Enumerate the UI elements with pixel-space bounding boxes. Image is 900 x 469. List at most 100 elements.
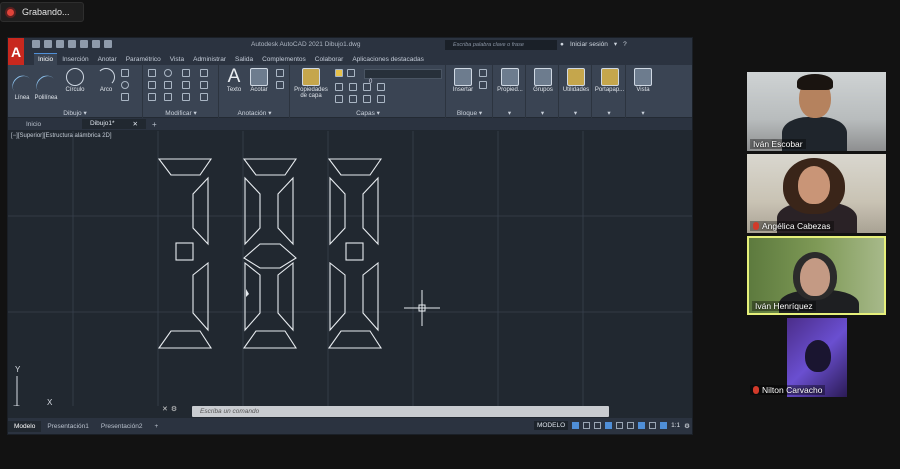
stretch-icon[interactable] (148, 93, 156, 101)
tab-aplicaciones[interactable]: Aplicaciones destacadas (348, 54, 428, 65)
layer-tool-icon[interactable] (349, 95, 357, 103)
close-icon[interactable]: ✕ (133, 120, 138, 128)
undo-icon[interactable] (92, 40, 100, 48)
add-layout-icon[interactable]: + (148, 421, 164, 432)
leader-icon[interactable] (276, 69, 284, 77)
line-tool-button[interactable]: Línea (8, 68, 36, 101)
hatch-icon[interactable] (121, 93, 129, 101)
save-as-icon[interactable] (68, 40, 76, 48)
doc-tab-dibujo1[interactable]: Dibujo1* ✕ (82, 119, 146, 129)
tab-anotar[interactable]: Anotar (94, 54, 121, 65)
isodraft-toggle-icon[interactable] (616, 422, 624, 429)
block-create-icon[interactable] (479, 69, 487, 77)
gear-icon[interactable]: ⚙ (684, 422, 690, 430)
scale-value[interactable]: 1:1 (671, 422, 680, 429)
dibujo-group-label[interactable]: Dibujo ▾ (8, 109, 142, 117)
rotate-icon[interactable] (164, 69, 172, 77)
polar-toggle-icon[interactable] (605, 422, 613, 429)
layout-tab-modelo[interactable]: Modelo (8, 420, 42, 432)
viewport-controls[interactable]: [−][Superior][Estructura alámbrica 2D] (11, 133, 112, 139)
properties-button[interactable]: Propied... (495, 68, 525, 93)
tab-salida[interactable]: Salida (231, 54, 257, 65)
cart-icon[interactable]: ▾ (614, 40, 617, 48)
table-icon[interactable] (276, 81, 284, 89)
annotation-scale-icon[interactable] (660, 422, 668, 429)
model-space-button[interactable]: MODELO (533, 421, 569, 430)
erase-icon[interactable] (200, 69, 208, 77)
bloque-group-label[interactable]: Bloque ▾ (447, 109, 492, 117)
participant-tile[interactable]: Angélica Cabezas (747, 154, 886, 233)
tab-colaborar[interactable]: Colaborar (311, 54, 348, 65)
layer-tool-icon[interactable] (335, 95, 343, 103)
autocad-logo-button[interactable]: A (8, 38, 24, 65)
offset-icon[interactable] (200, 93, 208, 101)
ellipse-icon[interactable] (121, 81, 129, 89)
doc-tab-inicio[interactable]: Inicio (18, 120, 82, 129)
utilities-button[interactable]: Utilidades (561, 68, 591, 93)
modificar-group-label[interactable]: Modificar ▾ (144, 109, 218, 117)
layer-properties-button[interactable]: Propiedades de capa (293, 68, 329, 99)
sun-icon[interactable] (347, 69, 355, 77)
plot-icon[interactable] (80, 40, 88, 48)
properties-dropdown[interactable]: ▾ (494, 109, 525, 117)
move-icon[interactable] (148, 69, 156, 77)
array-icon[interactable] (182, 93, 190, 101)
new-tab-icon[interactable]: + (146, 120, 163, 129)
tab-administrar[interactable]: Administrar (189, 54, 230, 65)
copy-icon[interactable] (148, 81, 156, 89)
groups-dropdown[interactable]: ▾ (527, 109, 558, 117)
dimension-tool-button[interactable]: Acotar (247, 68, 271, 93)
wrench-icon[interactable]: ⚙ (171, 405, 177, 413)
layer-tool-icon[interactable] (363, 95, 371, 103)
selection-cycling-icon[interactable] (638, 422, 646, 429)
participant-tile[interactable]: Nilton Carvacho (747, 318, 886, 397)
participant-tile-active-speaker[interactable]: Iván Henríquez (747, 236, 886, 315)
polyline-tool-button[interactable]: Polilínea (32, 68, 60, 101)
text-tool-button[interactable]: A Texto (223, 67, 245, 94)
layer-tool-icon[interactable] (377, 95, 385, 103)
tab-complementos[interactable]: Complementos (258, 54, 310, 65)
search-input[interactable]: Escriba palabra clave o frase (445, 40, 557, 50)
capas-group-label[interactable]: Capas ▾ (291, 109, 445, 117)
rectangle-icon[interactable] (121, 69, 129, 77)
layer-tool-icon[interactable] (335, 83, 343, 91)
ortho-toggle-icon[interactable] (594, 422, 602, 429)
layer-tool-icon[interactable] (349, 83, 357, 91)
annotation-icon[interactable] (649, 422, 657, 429)
layer-tool-icon[interactable] (363, 83, 371, 91)
layer-dropdown[interactable]: 0 (364, 69, 442, 85)
help-icon[interactable]: ? (623, 41, 627, 48)
groups-button[interactable]: Grupos (528, 68, 558, 93)
close-icon[interactable]: ✕ (162, 405, 168, 413)
bulb-icon[interactable] (335, 69, 343, 77)
layout-tab-presentacion2[interactable]: Presentación2 (95, 421, 149, 432)
save-icon[interactable] (56, 40, 64, 48)
explode-icon[interactable] (200, 81, 208, 89)
redo-icon[interactable] (104, 40, 112, 48)
clipboard-button[interactable]: Portapap... (594, 68, 625, 93)
block-edit-icon[interactable] (479, 81, 487, 89)
drawing-canvas[interactable]: [−][Superior][Estructura alámbrica 2D] Y… (8, 131, 692, 406)
tab-parametrico[interactable]: Paramétrico (122, 54, 165, 65)
snap-toggle-icon[interactable] (583, 422, 591, 429)
command-input[interactable]: Escriba un comando (192, 406, 609, 417)
layout-tab-presentacion1[interactable]: Presentación1 (41, 421, 95, 432)
fillet-icon[interactable] (182, 81, 190, 89)
participant-tile[interactable]: Iván Escobar (747, 72, 886, 151)
user-icon[interactable]: ● (560, 41, 564, 48)
insert-block-button[interactable]: Insertar (451, 68, 475, 93)
view-dropdown[interactable]: ▾ (627, 109, 659, 117)
layer-tool-icon[interactable] (377, 83, 385, 91)
grid-toggle-icon[interactable] (572, 422, 580, 429)
new-icon[interactable] (32, 40, 40, 48)
arc-tool-button[interactable]: Arco (95, 68, 117, 93)
tab-vista[interactable]: Vista (166, 54, 188, 65)
view-button[interactable]: Vista (628, 68, 658, 93)
utilities-dropdown[interactable]: ▾ (560, 109, 591, 117)
trim-icon[interactable] (182, 69, 190, 77)
mirror-icon[interactable] (164, 81, 172, 89)
osnap-toggle-icon[interactable] (627, 422, 635, 429)
tab-inicio[interactable]: Inicio (34, 53, 58, 65)
tab-insercion[interactable]: Inserción (58, 54, 92, 65)
anotacion-group-label[interactable]: Anotación ▾ (220, 109, 289, 117)
